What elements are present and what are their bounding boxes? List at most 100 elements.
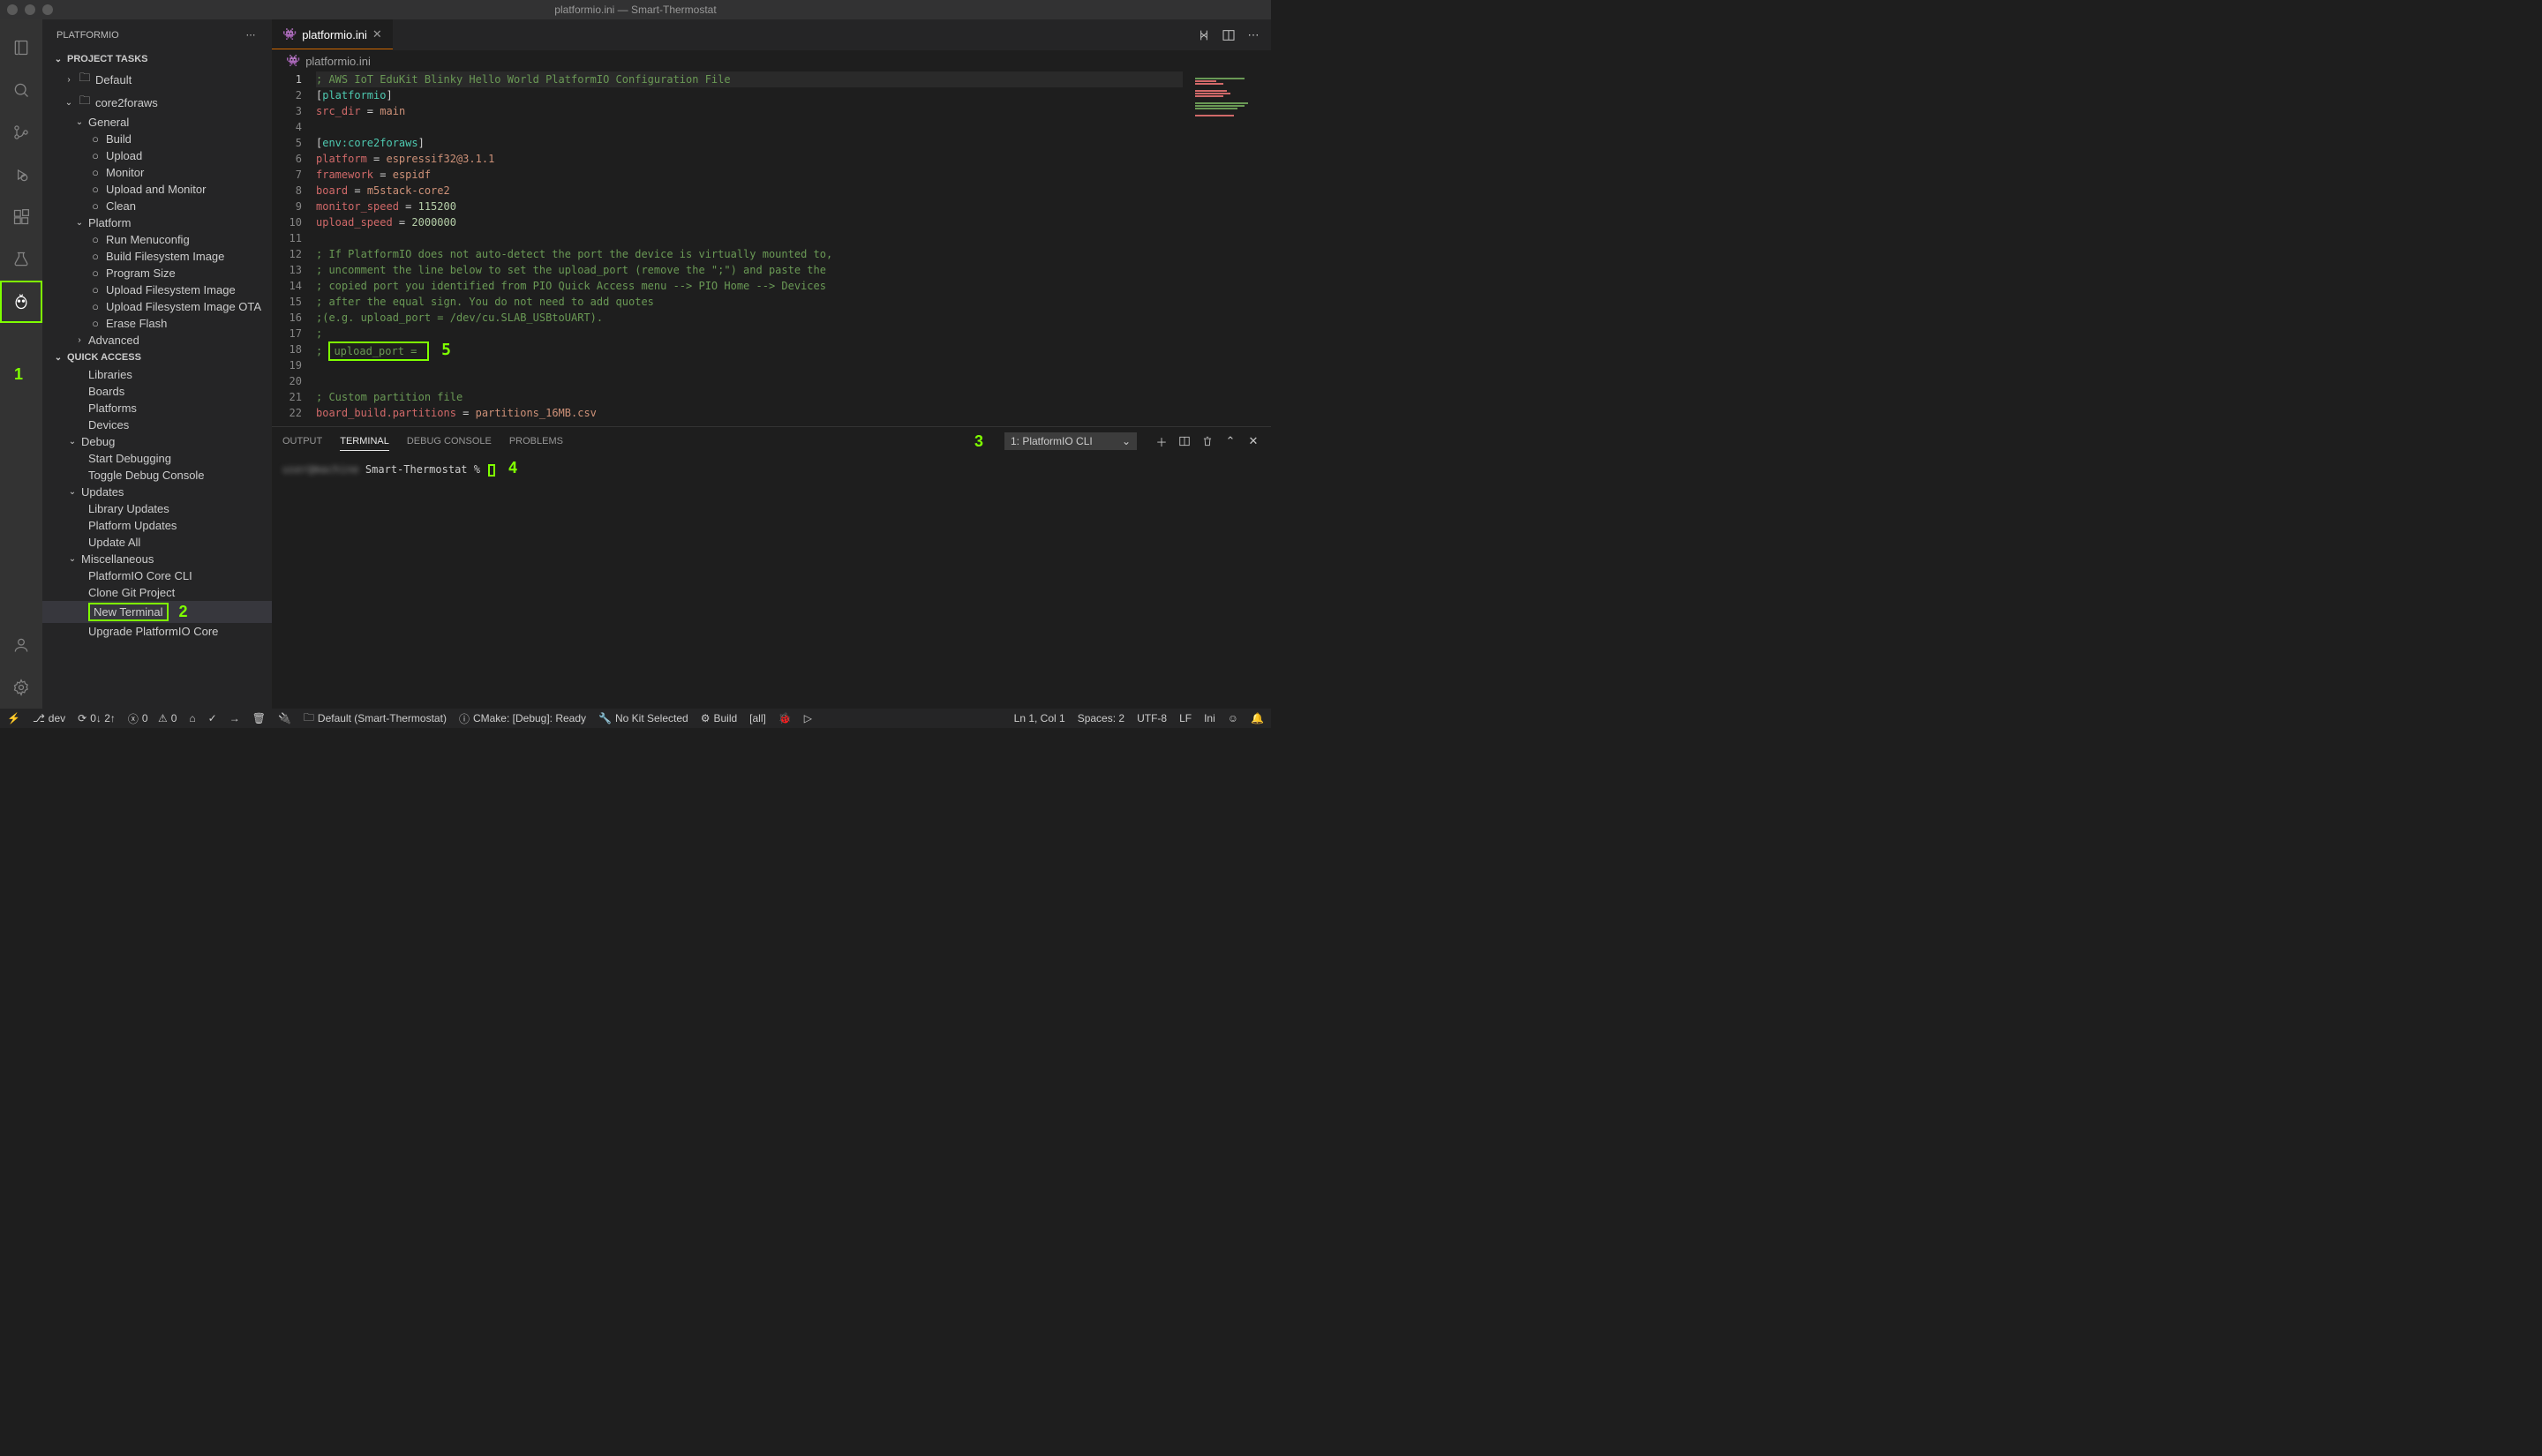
tree-build-fs[interactable]: ○Build Filesystem Image [42,248,272,265]
maximize-panel-icon[interactable]: ⌃ [1223,434,1237,448]
tree-upload-monitor[interactable]: ○Upload and Monitor [42,181,272,198]
code[interactable]: ; AWS IoT EduKit Blinky Hello World Plat… [316,71,1183,426]
remote-icon[interactable]: ⚡ [7,712,20,724]
annotation-2: 2 [179,603,188,621]
terminal-select[interactable]: 1: PlatformIO CLI ⌄ [1004,432,1137,450]
cursor-position[interactable]: Ln 1, Col 1 [1014,712,1065,724]
terminal-body[interactable]: user@machine Smart-Thermostat % 4 [272,455,1271,709]
panel-tab-debug[interactable]: DEBUG CONSOLE [407,432,492,450]
window-controls[interactable] [7,4,53,15]
tree-build[interactable]: ○Build [42,131,272,147]
pio-monitor-icon[interactable]: 🔌 [278,712,291,724]
encoding[interactable]: UTF-8 [1137,712,1167,724]
split-terminal-icon[interactable] [1177,434,1192,448]
close-icon[interactable]: ✕ [372,27,382,41]
git-branch[interactable]: ⎇dev [33,712,65,724]
qa-debug[interactable]: ⌄Debug [42,433,272,450]
platformio-icon[interactable] [0,281,42,323]
minimap[interactable] [1183,71,1271,426]
qa-toggle-debug[interactable]: Toggle Debug Console [42,467,272,484]
close-panel-icon[interactable]: ✕ [1246,434,1260,448]
chevron-right-icon: › [64,75,74,85]
split-editor-icon[interactable] [1222,28,1236,42]
minimize-window[interactable] [25,4,35,15]
editor-content[interactable]: 12345678910111213141516171819202122 ; AW… [272,71,1271,426]
tree-upload-fs-ota[interactable]: ○Upload Filesystem Image OTA [42,298,272,315]
more-icon[interactable]: ⋯ [244,28,258,42]
tree-default[interactable]: ›🗀Default [42,68,272,91]
tree-advanced[interactable]: ›Advanced [42,332,272,349]
breadcrumb[interactable]: 👾 platformio.ini [272,50,1271,71]
section-label: QUICK ACCESS [67,352,141,363]
breadcrumb-file: platformio.ini [305,55,371,68]
maximize-window[interactable] [42,4,53,15]
feedback-icon[interactable]: ☺ [1228,712,1238,724]
settings-gear-icon[interactable] [0,666,42,709]
git-sync[interactable]: ⟳0↓ 2↑ [78,712,116,724]
tree-erase-flash[interactable]: ○Erase Flash [42,315,272,332]
qa-misc[interactable]: ⌄Miscellaneous [42,551,272,567]
tree-clean[interactable]: ○Clean [42,198,272,214]
pio-home-icon[interactable]: ⌂ [189,712,195,724]
search-icon[interactable] [0,69,42,111]
tree-menuconfig[interactable]: ○Run Menuconfig [42,231,272,248]
qa-update-all[interactable]: Update All [42,534,272,551]
notifications-icon[interactable]: 🔔 [1251,712,1264,724]
explorer-icon[interactable] [0,26,42,69]
qa-updates[interactable]: ⌄Updates [42,484,272,500]
tree-program-size[interactable]: ○Program Size [42,265,272,281]
indentation[interactable]: Spaces: 2 [1078,712,1124,724]
qa-upgrade-core[interactable]: Upgrade PlatformIO Core [42,623,272,640]
panel-tab-problems[interactable]: PROBLEMS [509,432,563,450]
target-all[interactable]: [all] [749,712,766,724]
platformio-file-icon: 👾 [286,54,300,68]
project-tasks-section[interactable]: ⌄ PROJECT TASKS [42,50,272,68]
qa-platforms[interactable]: Platforms [42,400,272,417]
language-mode[interactable]: Ini [1204,712,1215,724]
chevron-down-icon: ⌄ [1122,435,1131,447]
debug-target-icon[interactable]: 🐞 [778,712,792,724]
run-debug-icon[interactable] [0,154,42,196]
pio-upload-icon[interactable]: → [229,712,240,724]
new-terminal-icon[interactable]: ＋ [1154,434,1169,448]
qa-clone-git[interactable]: Clone Git Project [42,584,272,601]
tree-general[interactable]: ⌄General [42,114,272,131]
tab-actions: ⋯ [1186,28,1271,42]
tree-core2foraws[interactable]: ⌄🗀core2foraws [42,91,272,114]
close-window[interactable] [7,4,18,15]
qa-start-debug[interactable]: Start Debugging [42,450,272,467]
panel-tab-terminal[interactable]: TERMINAL [340,432,389,451]
eol[interactable]: LF [1179,712,1192,724]
cmake-status[interactable]: ⓘCMake: [Debug]: Ready [459,711,586,726]
editor-area: 👾 platformio.ini ✕ ⋯ 👾 platformio.ini 12… [272,19,1271,709]
more-actions-icon[interactable]: ⋯ [1246,28,1260,42]
tree-platform[interactable]: ⌄Platform [42,214,272,231]
qa-new-terminal[interactable]: New Terminal2 [42,601,272,623]
kill-terminal-icon[interactable] [1200,434,1215,448]
accounts-icon[interactable] [0,624,42,666]
kit-status[interactable]: 🔧No Kit Selected [598,712,688,724]
build-status[interactable]: ⚙Build [701,712,737,724]
source-control-icon[interactable] [0,111,42,154]
qa-plat-updates[interactable]: Platform Updates [42,517,272,534]
tab-platformio-ini[interactable]: 👾 platformio.ini ✕ [272,19,393,50]
pio-env[interactable]: 🗀Default (Smart-Thermostat) [304,709,447,728]
run-icon[interactable]: ▷ [804,712,812,724]
panel-tab-output[interactable]: OUTPUT [282,432,322,450]
pio-clean-icon[interactable]: 🗑 [252,712,266,724]
tree-monitor[interactable]: ○Monitor [42,164,272,181]
qa-lib-updates[interactable]: Library Updates [42,500,272,517]
qa-boards[interactable]: Boards [42,383,272,400]
tree-upload[interactable]: ○Upload [42,147,272,164]
extensions-icon[interactable] [0,196,42,238]
compare-icon[interactable] [1197,28,1211,42]
pio-build-icon[interactable]: ✓ [208,712,217,724]
tree-upload-fs[interactable]: ○Upload Filesystem Image [42,281,272,298]
test-icon[interactable] [0,238,42,281]
task-icon: ○ [88,233,102,246]
qa-pio-core-cli[interactable]: PlatformIO Core CLI [42,567,272,584]
qa-libraries[interactable]: Libraries [42,366,272,383]
qa-devices[interactable]: Devices [42,417,272,433]
quick-access-section[interactable]: ⌄ QUICK ACCESS [42,349,272,366]
errors-warnings[interactable]: ⓧ0 ⚠0 [128,711,177,726]
